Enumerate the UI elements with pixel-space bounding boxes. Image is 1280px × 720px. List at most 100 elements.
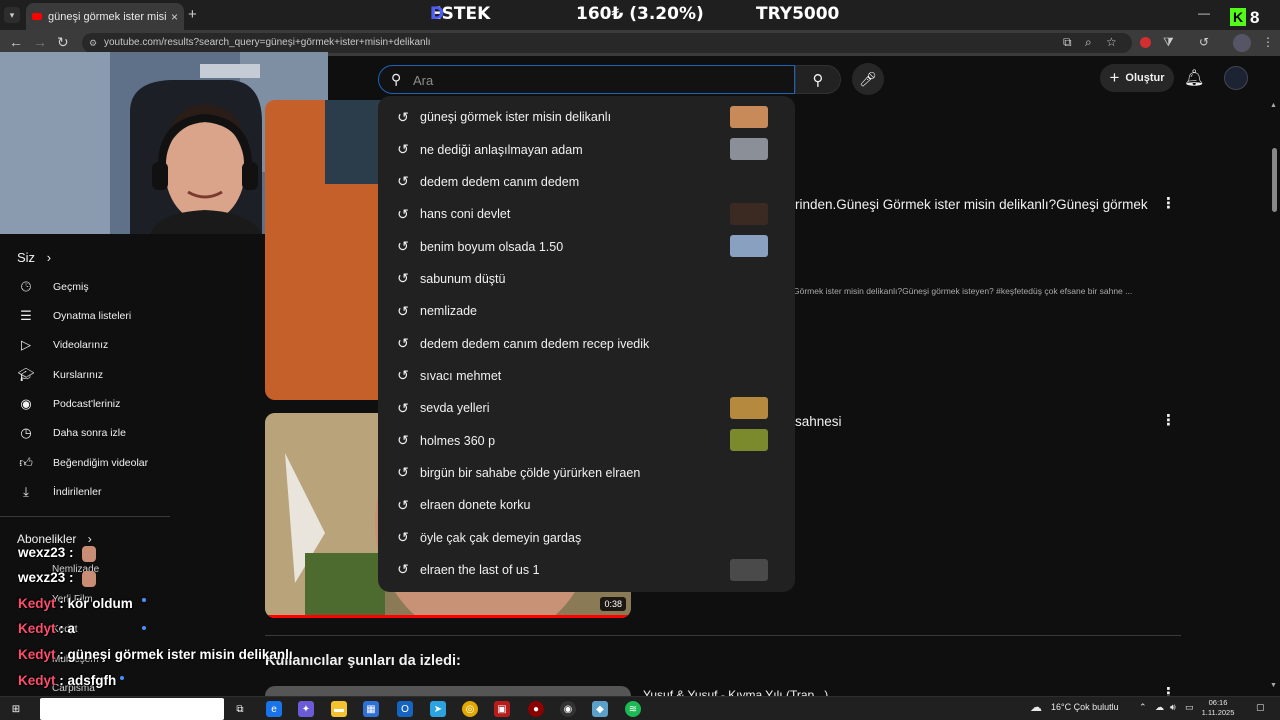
minimize-button[interactable]: — — [1198, 6, 1210, 20]
suggestion-thumbnail[interactable] — [730, 138, 768, 161]
speaker-icon[interactable]: 🔊︎ — [1170, 702, 1176, 713]
scroll-up-icon[interactable]: ▲ — [1270, 102, 1277, 109]
page-scrollbar[interactable]: ▲ ▼ — [1268, 102, 1280, 696]
app-blue-icon[interactable]: ◆ — [592, 701, 608, 717]
chat-separator: : — [55, 596, 64, 611]
search-suggestion-item[interactable]: ↺ hans coni devlet — [378, 198, 795, 230]
suggestion-thumbnail[interactable] — [730, 397, 768, 420]
browser-tab-youtube[interactable]: güneşi görmek ister misin delik × — [26, 3, 184, 30]
search-box[interactable]: ⚲ — [378, 65, 795, 94]
account-avatar[interactable] — [1224, 66, 1248, 90]
search-suggestion-item[interactable]: ↺ elraen donete korku — [378, 489, 795, 521]
more-options-icon[interactable]: ⋮ — [1161, 411, 1176, 429]
store-icon[interactable]: ▦ — [363, 701, 379, 717]
search-suggestion-item[interactable]: ↺ güneşi görmek ister misin delikanlı — [378, 101, 795, 133]
result-thumbnail[interactable] — [265, 686, 631, 696]
zoom-icon[interactable]: ⌕ — [1085, 35, 1092, 50]
search-suggestion-item[interactable]: ↺ elraen the last of us 1 — [378, 554, 795, 586]
obs-studio-icon[interactable]: ◉ — [560, 701, 576, 717]
copilot-icon[interactable]: ✦ — [298, 701, 314, 717]
chrome-menu-icon[interactable]: ⋮ — [1262, 35, 1274, 49]
playlist-icon: ☰ — [20, 308, 32, 323]
spotify-icon[interactable]: ≋ — [625, 701, 641, 717]
taskbar-search-box[interactable] — [40, 698, 224, 720]
voice-search-button[interactable]: 🎤︎ — [852, 63, 884, 95]
telegram-icon[interactable]: ➤ — [430, 701, 446, 717]
suggestion-thumbnail[interactable] — [730, 235, 768, 258]
sidebar-subscriptions-heading[interactable]: Abonelikler › — [17, 532, 92, 546]
app-red-icon[interactable]: ● — [528, 701, 544, 717]
search-input[interactable] — [413, 71, 773, 89]
search-suggestion-item[interactable]: ↺ dedem dedem canım dedem — [378, 166, 795, 198]
sidebar-item-downloads[interactable]: ⤓ İndirilenler — [17, 482, 101, 502]
reload-icon[interactable]: ↻ — [57, 34, 69, 51]
search-suggestion-item[interactable]: ↺ sabunum düştü — [378, 263, 795, 295]
search-suggestion-item[interactable]: ↺ öyle çak çak demeyin gardaş — [378, 521, 795, 553]
weather-cloud-icon[interactable]: ☁ — [1030, 700, 1042, 714]
search-suggestion-item[interactable]: ↺ holmes 360 p — [378, 424, 795, 456]
file-explorer-icon[interactable]: ▬ — [331, 701, 347, 717]
extension-icon[interactable] — [1140, 37, 1151, 48]
sidebar-item-label: Podcast'leriniz — [53, 398, 121, 410]
edge-icon[interactable]: e — [266, 701, 282, 717]
site-info-icon[interactable]: ⚙ — [89, 38, 97, 48]
weather-text[interactable]: 16°C Çok bulutlu — [1051, 702, 1119, 712]
scrollbar-thumb[interactable] — [1272, 148, 1277, 212]
sidebar-item-your-videos[interactable]: ▷ Videolarınız — [17, 335, 108, 355]
result-title[interactable]: rinden.Güneşi Görmek ister misin delikan… — [795, 197, 1148, 212]
extensions-puzzle-icon[interactable]: ⧩ — [1163, 35, 1174, 50]
sidebar-item-courses[interactable]: 🎓︎ Kurslarınız — [17, 365, 103, 385]
search-suggestion-item[interactable]: ↺ sevda yelleri — [378, 392, 795, 424]
search-suggestion-item[interactable]: ↺ benim boyum olsada 1.50 — [378, 230, 795, 262]
sidebar-item-podcasts[interactable]: ◉ Podcast'leriniz — [17, 394, 120, 414]
suggestion-thumbnail[interactable] — [730, 558, 768, 581]
obs-app-icon[interactable]: ▣ — [494, 701, 510, 717]
chrome-profile-avatar[interactable] — [1233, 34, 1251, 52]
search-button[interactable]: ⚲ — [795, 65, 841, 94]
more-options-icon[interactable]: ⋮ — [1161, 194, 1176, 212]
create-button[interactable]: + Oluştur — [1100, 64, 1174, 92]
bookmark-star-icon[interactable]: ☆ — [1106, 35, 1117, 49]
outlook-icon[interactable]: O — [397, 701, 413, 717]
history-icon: ↺ — [397, 335, 409, 352]
battery-icon[interactable]: ▭ — [1185, 702, 1194, 713]
install-app-icon[interactable]: ⧉ — [1063, 35, 1072, 50]
suggestion-thumbnail[interactable] — [730, 203, 768, 226]
tab-list-button[interactable]: ▾ — [4, 7, 20, 23]
tray-overflow-chevron-icon[interactable]: ⌃ — [1139, 702, 1147, 713]
chrome-icon[interactable]: ◎ — [462, 701, 478, 717]
search-suggestion-item[interactable]: ↺ ne dediği anlaşılmayan adam — [378, 133, 795, 165]
sidebar-item-label: Daha sonra izle — [53, 427, 126, 439]
forward-arrow-icon[interactable]: → — [33, 34, 47, 50]
chat-username: Kedyt — [18, 596, 56, 611]
sidebar-item-watch-later[interactable]: ◷ Daha sonra izle — [17, 423, 126, 443]
search-suggestion-item[interactable]: ↺ sıvacı mehmet — [378, 360, 795, 392]
destek-label: D ESTEK — [430, 4, 491, 24]
notifications-bell-icon[interactable]: 🔔︎ — [1184, 68, 1204, 88]
your-videos-icon: ▷ — [21, 337, 31, 352]
sidebar-item-playlists[interactable]: ☰ Oynatma listeleri — [17, 306, 131, 326]
system-clock[interactable]: 06:16 1.11.2025 — [1198, 698, 1238, 718]
sidebar-item-liked[interactable]: 👍︎ Beğendiğim videolar — [17, 453, 148, 473]
chat-username: wexz23 — [18, 545, 66, 560]
suggestion-thumbnail[interactable] — [730, 106, 768, 128]
search-suggestion-item[interactable]: ↺ dedem dedem canım dedem recep ivedik — [378, 327, 795, 359]
sidebar-item-history[interactable]: 🕒︎ Geçmiş — [17, 277, 89, 297]
sidebar-you-section[interactable]: Siz › — [17, 250, 51, 265]
network-icon[interactable]: ☁ — [1155, 702, 1164, 713]
suggestion-thumbnail[interactable] — [730, 429, 768, 452]
search-suggestion-item[interactable]: ↺ birgün bir sahabe çölde yürürken elraen — [378, 457, 795, 489]
back-arrow-icon[interactable]: ← — [9, 34, 23, 50]
scroll-down-icon[interactable]: ▼ — [1270, 682, 1277, 689]
result-title[interactable]: sahnesi — [795, 414, 842, 429]
notification-center-icon[interactable]: ▢ — [1256, 702, 1265, 713]
windows-start-icon[interactable]: ⊞ — [8, 701, 24, 717]
url-field[interactable]: ⚙ youtube.com/results?search_query=güneş… — [82, 33, 1132, 53]
history-chrome-icon[interactable]: ↺ — [1199, 35, 1209, 49]
search-suggestion-item[interactable]: ↺ nemlizade — [378, 295, 795, 327]
plus-icon: + — [1109, 68, 1120, 87]
tab-close-icon[interactable]: × — [171, 10, 178, 24]
task-view-icon[interactable]: ⧉ — [232, 701, 248, 717]
new-tab-button[interactable]: + — [188, 6, 197, 23]
chat-message: wexz23 : — [18, 570, 74, 585]
